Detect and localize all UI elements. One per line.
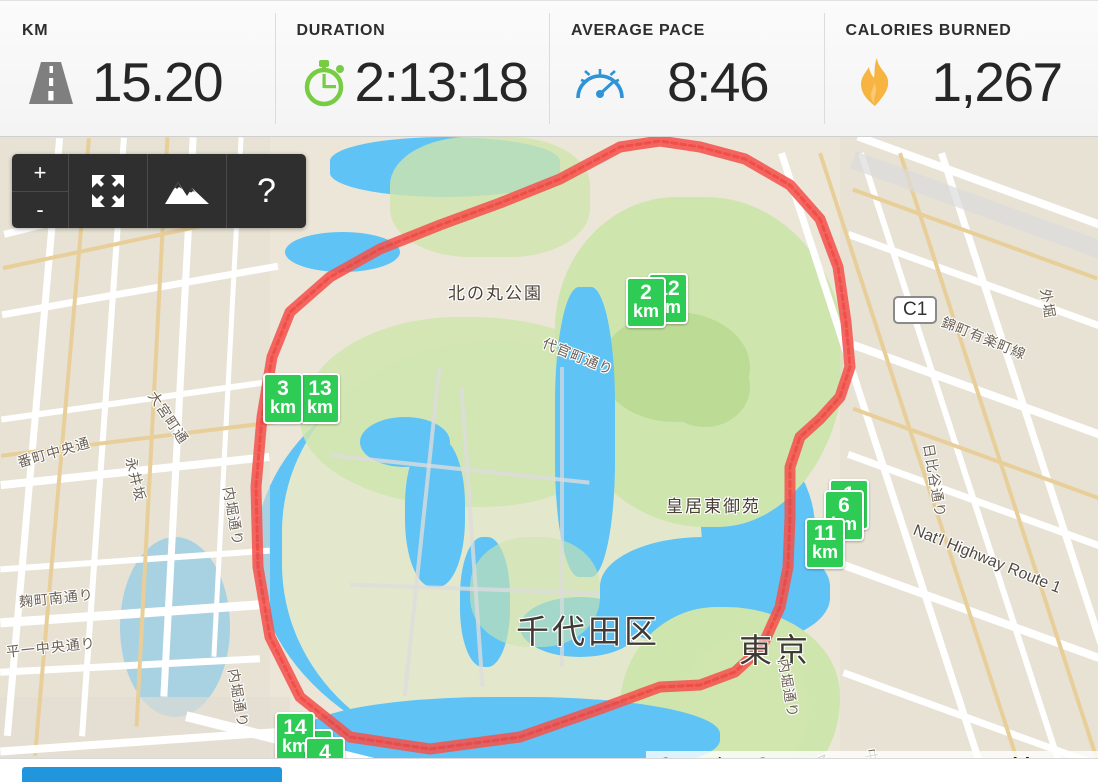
stat-distance-label: KM (22, 22, 49, 39)
fullscreen-icon[interactable] (69, 154, 148, 228)
stat-duration-label: DURATION (296, 22, 386, 39)
stat-average-pace: AVERAGE PACE 8:46 (549, 1, 824, 136)
stat-calories-burned-label: CALORIES BURNED (845, 22, 1012, 39)
route-map[interactable]: 番町中央通永井坂大宮町通内堀通り麹町南通り平一中央通り青山通り内堀通り北の丸公園… (0, 137, 1098, 782)
km-marker-number: 3 (277, 377, 289, 400)
km-marker-unit: km (270, 397, 297, 417)
stat-duration: DURATION 2:13:18 (274, 1, 550, 136)
km-marker-unit: km (633, 301, 660, 321)
stat-duration-value: 2:13:18 (354, 50, 530, 113)
map-canvas: 番町中央通永井坂大宮町通内堀通り麹町南通り平一中央通り青山通り内堀通り北の丸公園… (0, 137, 1098, 782)
stat-calories-burned-value: 1,267 (931, 50, 1064, 113)
km-marker[interactable]: 11 km (805, 518, 846, 569)
km-marker-number: 14 (283, 716, 307, 739)
stat-distance-body: 15.20 (22, 45, 275, 119)
km-marker[interactable]: 2 km (626, 277, 667, 328)
stopwatch-icon (297, 53, 355, 111)
road-icon (22, 53, 80, 111)
km-marker[interactable]: 3 km (263, 373, 304, 424)
highway-shield: C1 (893, 296, 938, 324)
stat-calories-burned: CALORIES BURNED 1,267 (823, 1, 1098, 136)
run-activity-screen: KM 15.20 DURATION 2:13:18 AVERAGE PACE 8… (0, 0, 1098, 782)
mountains-icon[interactable] (148, 154, 227, 228)
km-marker[interactable]: 13 km (300, 373, 341, 424)
stat-distance: KM 15.20 (0, 1, 275, 136)
map-controls: + - ? (12, 154, 306, 228)
flame-icon (846, 53, 904, 111)
km-marker-number: 13 (308, 377, 332, 400)
speedometer-icon (571, 53, 629, 111)
zoom-out-button[interactable]: - (12, 191, 68, 228)
zoom-in-button[interactable]: + (12, 154, 68, 191)
stat-average-pace-body: 8:46 (571, 45, 824, 119)
stat-distance-value: 15.20 (92, 50, 224, 113)
zoom-control-group: + - (12, 154, 69, 228)
km-marker-unit: km (812, 542, 839, 562)
stat-calories-burned-body: 1,267 (846, 45, 1098, 119)
route-path (250, 137, 856, 755)
stat-average-pace-value: 8:46 (667, 50, 770, 113)
stats-bar: KM 15.20 DURATION 2:13:18 AVERAGE PACE 8… (0, 0, 1098, 137)
km-marker-number: 11 (813, 522, 837, 545)
km-marker-unit: km (307, 397, 334, 417)
stat-average-pace-label: AVERAGE PACE (571, 22, 706, 39)
km-marker-number: 2 (640, 281, 652, 304)
km-marker-number: 6 (838, 494, 850, 517)
stat-duration-body: 2:13:18 (297, 45, 550, 119)
help-button[interactable]: ? (227, 154, 306, 228)
bottom-tab-highlight[interactable] (22, 767, 282, 782)
bottom-bar (0, 758, 1098, 782)
